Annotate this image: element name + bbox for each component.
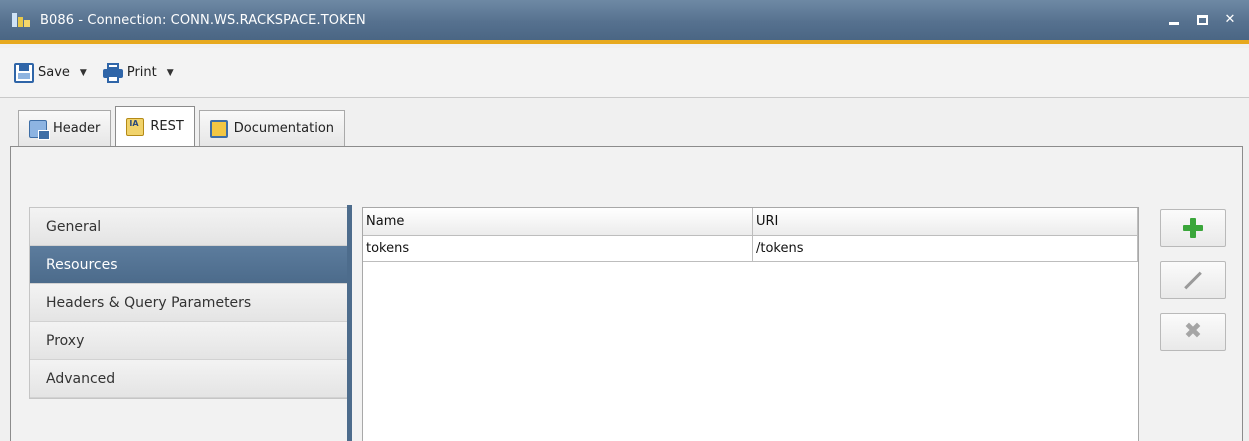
- column-header-name[interactable]: Name: [363, 208, 753, 235]
- toolbar: Save ▼ Print ▼: [0, 48, 1249, 98]
- cell-name: tokens: [363, 236, 753, 261]
- maximize-icon: [1196, 15, 1208, 25]
- delete-icon: ✖: [1183, 319, 1203, 344]
- window-controls: ✕: [1167, 12, 1237, 27]
- save-button[interactable]: Save ▼: [14, 62, 87, 83]
- chevron-down-icon[interactable]: ▼: [80, 68, 87, 78]
- settings-nav: General Resources Headers & Query Parame…: [29, 207, 351, 399]
- tab-header[interactable]: Header: [18, 110, 112, 146]
- minimize-icon[interactable]: [1167, 12, 1181, 26]
- nav-item-resources[interactable]: Resources: [30, 246, 350, 284]
- rest-icon: [126, 117, 145, 136]
- rest-panel: General Resources Headers & Query Parame…: [10, 146, 1243, 441]
- table-header: Name URI: [363, 208, 1138, 236]
- window-titlebar: B086 - Connection: CONN.WS.RACKSPACE.TOK…: [0, 0, 1249, 44]
- save-label: Save: [38, 65, 70, 80]
- tab-label: Documentation: [233, 121, 335, 136]
- tab-rest[interactable]: REST: [115, 106, 195, 146]
- add-resource-button[interactable]: [1160, 209, 1226, 247]
- print-icon: [102, 62, 123, 83]
- header-icon: [29, 119, 50, 140]
- edit-icon: [1184, 271, 1202, 289]
- column-header-uri[interactable]: URI: [753, 208, 1138, 235]
- documentation-icon: [209, 119, 228, 138]
- chevron-down-icon[interactable]: ▼: [167, 68, 174, 78]
- delete-resource-button[interactable]: ✖: [1160, 313, 1226, 351]
- tab-bar: Header REST Documentation: [18, 106, 346, 146]
- tab-documentation[interactable]: Documentation: [198, 110, 346, 146]
- nav-item-proxy[interactable]: Proxy: [30, 322, 350, 360]
- cell-uri: /tokens: [753, 236, 1138, 261]
- maximize-button[interactable]: [1195, 12, 1209, 26]
- tab-label: REST: [150, 119, 184, 134]
- nav-item-headers-query-parameters[interactable]: Headers & Query Parameters: [30, 284, 350, 322]
- tab-label: Header: [53, 121, 101, 136]
- table-row[interactable]: tokens /tokens: [363, 236, 1138, 262]
- print-button[interactable]: Print ▼: [102, 62, 174, 83]
- save-icon: [14, 62, 34, 83]
- nav-item-general[interactable]: General: [30, 208, 350, 246]
- splitter-handle[interactable]: [347, 205, 352, 441]
- nav-item-advanced[interactable]: Advanced: [30, 360, 350, 398]
- resources-table: Name URI tokens /tokens: [362, 207, 1139, 441]
- close-icon[interactable]: ✕: [1223, 12, 1237, 27]
- print-label: Print: [126, 65, 157, 80]
- app-logo-icon: [12, 11, 32, 29]
- window-title: B086 - Connection: CONN.WS.RACKSPACE.TOK…: [40, 12, 366, 28]
- plus-icon: [1183, 218, 1203, 238]
- edit-resource-button[interactable]: [1160, 261, 1226, 299]
